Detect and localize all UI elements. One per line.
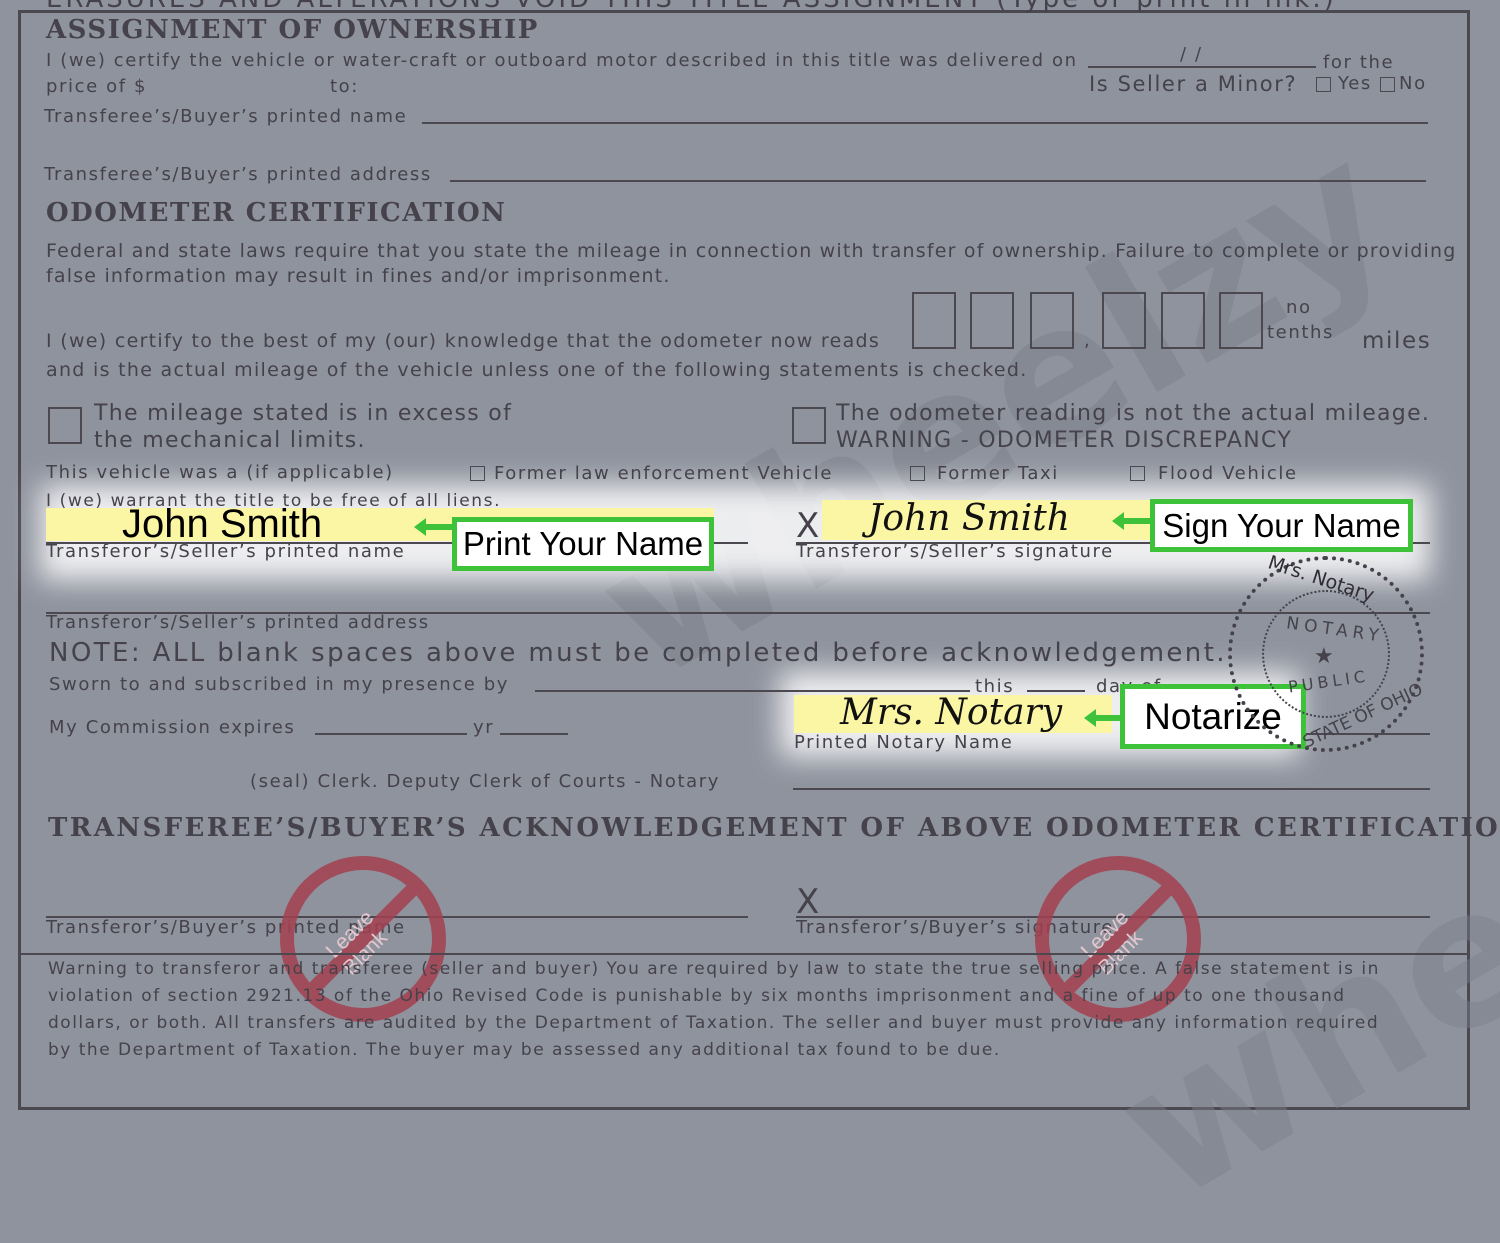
odometer-digit[interactable] [1161, 292, 1205, 349]
warning-line: dollars, or both. All transfers are audi… [48, 1013, 1380, 1033]
buyer-name-field[interactable] [422, 122, 1428, 124]
excess-line1: The mileage stated is in excess of [94, 401, 513, 426]
certify-line2: and is the actual mileage of the vehicle… [46, 359, 1028, 381]
price-label: price of $ [46, 76, 148, 97]
odometer-digit[interactable] [970, 292, 1014, 349]
date-field[interactable] [1088, 66, 1316, 68]
no-label: No [1399, 73, 1427, 94]
odometer-comma: , [1084, 330, 1092, 351]
seller-name-label: Transferor’s/Seller’s printed name [46, 541, 406, 562]
notary-name-label: Printed Notary Name [794, 732, 1014, 753]
notary-name-value[interactable]: Mrs. Notary [840, 692, 1062, 733]
not-actual-line2: WARNING - ODOMETER DISCREPANCY [836, 428, 1293, 453]
yr-label: yr [473, 717, 495, 738]
signature-x: X [796, 506, 820, 546]
to-label: to: [330, 76, 359, 97]
assignment-heading: ASSIGNMENT OF OWNERSHIP [46, 15, 539, 45]
flood-checkbox[interactable] [1130, 466, 1145, 481]
for-the-label: for the [1323, 52, 1395, 73]
minor-yes-checkbox[interactable] [1316, 77, 1331, 92]
odometer-heading: ODOMETER CERTIFICATION [46, 198, 507, 228]
seller-address-label: Transferor’s/Seller’s printed address [46, 612, 430, 633]
date-separators: / / [1180, 44, 1203, 65]
print-name-callout: Print Your Name [452, 517, 714, 571]
commission-field[interactable] [315, 733, 467, 735]
odometer-digit[interactable] [1102, 292, 1146, 349]
minor-question: Is Seller a Minor? [1089, 72, 1298, 96]
clerk-field[interactable] [793, 788, 1430, 790]
odometer-digit[interactable] [1219, 292, 1263, 349]
excess-line2: the mechanical limits. [94, 428, 366, 453]
odometer-p1: Federal and state laws require that you … [46, 240, 1457, 262]
law-enforcement-label: Former law enforcement Vehicle [494, 463, 833, 484]
certify-line1: I (we) certify to the best of my (our) k… [46, 330, 881, 352]
commission-label: My Commission expires [49, 717, 296, 738]
minor-no-checkbox[interactable] [1380, 77, 1395, 92]
tenths-label: tenths [1267, 322, 1334, 343]
taxi-label: Former Taxi [937, 463, 1059, 484]
sign-name-callout: Sign Your Name [1150, 499, 1413, 552]
excess-checkbox[interactable] [48, 407, 82, 444]
buyer-address-label: Transferee’s/Buyer’s printed address [44, 164, 432, 185]
buyer-address-field[interactable] [450, 180, 1426, 182]
seal-line-label: (seal) Clerk. Deputy Clerk of Courts - N… [250, 771, 721, 792]
buyer-ack-heading: TRANSFEREE’S/BUYER’S ACKNOWLEDGEMENT OF … [48, 813, 1500, 843]
note-text: NOTE: ALL blank spaces above must be com… [49, 638, 1227, 668]
flood-label: Flood Vehicle [1158, 463, 1298, 484]
taxi-checkbox[interactable] [910, 466, 925, 481]
odometer-p2: false information may result in fines an… [46, 265, 671, 287]
not-actual-line1: The odometer reading is not the actual m… [836, 401, 1431, 426]
warning-line: Warning to transferor and transferee (se… [48, 959, 1380, 979]
seller-signature-label: Transferor’s/Seller’s signature [796, 541, 1114, 562]
star-icon: ★ [1314, 644, 1334, 669]
divider [18, 953, 1470, 955]
arrow-left-icon [1112, 512, 1150, 530]
warning-line: by the Department of Taxation. The buyer… [48, 1040, 1001, 1060]
miles-label: miles [1362, 328, 1432, 354]
notary-seal: Mrs. Notary NOTARY ★ PUBLIC STATE OF OHI… [1228, 552, 1426, 752]
arrow-left-icon [1084, 709, 1122, 727]
not-actual-checkbox[interactable] [792, 407, 826, 444]
year-field[interactable] [500, 733, 568, 735]
sworn-label: Sworn to and subscribed in my presence b… [49, 674, 510, 695]
law-enforcement-checkbox[interactable] [470, 466, 485, 481]
warning-line: violation of section 2921.13 of the Ohio… [48, 986, 1346, 1006]
seller-signature-value[interactable]: John Smith [868, 498, 1070, 539]
arrow-left-icon [414, 518, 452, 536]
vehicle-was-label: This vehicle was a (if applicable) [46, 462, 394, 483]
buyer-name-label: Transferee’s/Buyer’s printed name [44, 106, 408, 127]
no-label: no [1286, 297, 1312, 318]
assignment-line1: I (we) certify the vehicle or water-craf… [46, 50, 1078, 71]
odometer-digit[interactable] [1030, 292, 1074, 349]
odometer-digit[interactable] [912, 292, 956, 349]
header-cut: ERASURES AND ALTERATIONS VOID THIS TITLE… [46, 0, 1337, 14]
yes-label: Yes [1338, 73, 1372, 94]
